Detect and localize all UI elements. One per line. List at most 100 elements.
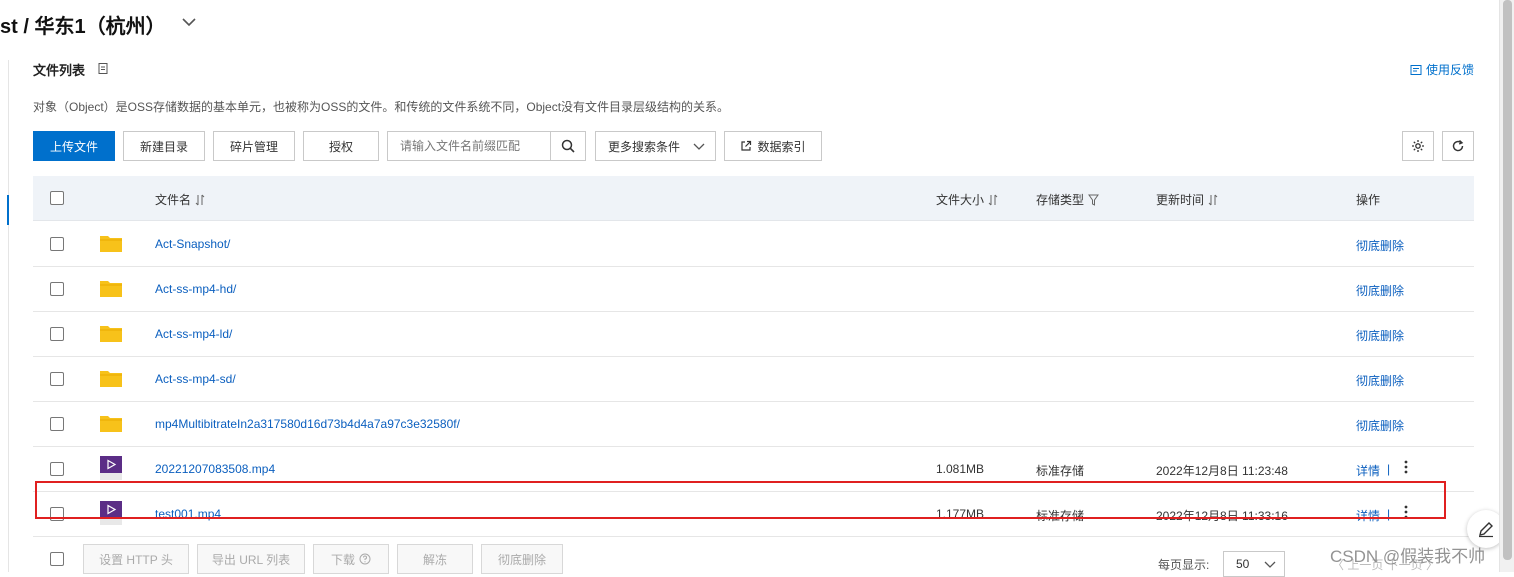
search-button[interactable] <box>550 132 585 160</box>
file-name-link[interactable]: test001.mp4 <box>155 507 221 521</box>
column-updated-label: 更新时间 <box>1156 193 1205 207</box>
left-divider <box>8 60 9 572</box>
search-input[interactable] <box>388 132 550 160</box>
clipboard-icon[interactable] <box>97 62 109 74</box>
file-name-link[interactable]: Act-ss-mp4-hd/ <box>155 282 236 296</box>
row-checkbox[interactable] <box>50 282 64 296</box>
updated-time: 2022年12月8日 11:23:48 <box>1156 464 1288 478</box>
bucket-title: st / 华东1（杭州） <box>0 16 166 38</box>
page-size-value: 50 <box>1236 557 1250 571</box>
table-row: Act-ss-mp4-hd/ 彻底删除 <box>33 266 1474 312</box>
column-size-header[interactable]: 文件大小 <box>936 191 998 208</box>
authorize-button[interactable]: 授权 <box>303 131 379 161</box>
page-size-label: 每页显示: <box>1158 558 1210 572</box>
description-text: 对象（Object）是OSS存储数据的基本单元，也被称为OSS的文件。和传统的文… <box>33 100 730 114</box>
table-row: Act-ss-mp4-ld/ 彻底删除 <box>33 311 1474 357</box>
select-all-checkbox[interactable] <box>50 191 64 205</box>
row-checkbox[interactable] <box>50 417 64 431</box>
delete-permanently-link[interactable]: 彻底删除 <box>1356 417 1404 434</box>
folder-icon <box>100 236 122 252</box>
download-label: 下载 <box>330 552 355 567</box>
delete-permanently-button[interactable]: 彻底删除 <box>481 544 563 574</box>
feedback-link[interactable]: 使用反馈 <box>1410 61 1474 78</box>
upload-file-button[interactable]: 上传文件 <box>33 131 115 161</box>
details-link[interactable]: 详情 <box>1356 462 1380 479</box>
gear-icon <box>1412 140 1424 152</box>
file-name-link[interactable]: mp4MultibitrateIn2a317580d16d73b4d4a7a97… <box>155 417 460 431</box>
row-checkbox[interactable] <box>50 507 64 521</box>
table-row: Act-Snapshot/ 彻底删除 <box>33 221 1474 267</box>
sort-icon <box>195 194 205 205</box>
delete-permanently-link[interactable]: 彻底删除 <box>1356 237 1404 254</box>
feedback-label: 使用反馈 <box>1425 63 1474 77</box>
feedback-icon <box>1410 64 1422 75</box>
watermark: CSDN @假装我不帅 <box>1330 547 1486 566</box>
download-button[interactable]: 下载 <box>313 544 389 574</box>
section-title: 文件列表 <box>33 63 86 78</box>
delete-permanently-link[interactable]: 彻底删除 <box>1356 282 1404 299</box>
set-http-header-button[interactable]: 设置 HTTP 头 <box>83 544 189 574</box>
delete-permanently-link[interactable]: 彻底删除 <box>1356 372 1404 389</box>
file-size: 1.081MB <box>936 462 985 476</box>
table-row: Act-ss-mp4-sd/ 彻底删除 <box>33 356 1474 402</box>
chevron-down-icon <box>693 143 705 150</box>
nav-active-marker <box>7 195 9 225</box>
unfreeze-button[interactable]: 解冻 <box>397 544 473 574</box>
file-name-link[interactable]: Act-ss-mp4-ld/ <box>155 327 232 341</box>
bottom-select-all-checkbox[interactable] <box>50 552 64 566</box>
column-storage-label: 存储类型 <box>1036 193 1085 207</box>
scrollbar-thumb[interactable] <box>1503 0 1512 560</box>
sort-icon <box>988 194 998 205</box>
more-search-label: 更多搜索条件 <box>608 139 681 154</box>
table-row: 20221207083508.mp4 1.081MB 标准存储 2022年12月… <box>33 446 1474 492</box>
refresh-button[interactable] <box>1442 131 1474 161</box>
delete-permanently-link[interactable]: 彻底删除 <box>1356 327 1404 344</box>
chevron-down-icon[interactable] <box>180 13 198 31</box>
data-index-button[interactable]: 数据索引 <box>724 131 822 161</box>
action-separator: | <box>1387 507 1391 521</box>
column-actions-header: 操作 <box>1356 193 1381 207</box>
row-checkbox[interactable] <box>50 372 64 386</box>
column-name-label: 文件名 <box>155 193 192 207</box>
file-name-link[interactable]: 20221207083508.mp4 <box>155 462 275 476</box>
data-index-label: 数据索引 <box>757 139 806 154</box>
refresh-icon <box>1452 139 1464 152</box>
search-box <box>387 131 586 161</box>
folder-icon <box>100 416 122 432</box>
updated-time: 2022年12月8日 11:33:16 <box>1156 509 1288 523</box>
chevron-down-icon <box>1264 561 1276 568</box>
table-row: test001.mp4 1.177MB 标准存储 2022年12月8日 11:3… <box>33 491 1474 537</box>
fragment-management-button[interactable]: 碎片管理 <box>213 131 295 161</box>
more-options-icon[interactable] <box>1403 459 1409 475</box>
page-size-select[interactable]: 50 <box>1223 551 1285 577</box>
row-checkbox[interactable] <box>50 237 64 251</box>
folder-icon <box>100 281 122 297</box>
video-file-icon <box>100 501 122 525</box>
more-options-icon[interactable] <box>1403 504 1409 520</box>
column-name-header[interactable]: 文件名 <box>155 191 205 208</box>
file-name-link[interactable]: Act-Snapshot/ <box>155 237 230 251</box>
storage-class: 标准存储 <box>1036 509 1085 523</box>
row-checkbox[interactable] <box>50 327 64 341</box>
file-name-link[interactable]: Act-ss-mp4-sd/ <box>155 372 236 386</box>
external-link-icon <box>741 140 752 151</box>
search-icon <box>561 139 575 153</box>
new-directory-button[interactable]: 新建目录 <box>123 131 205 161</box>
video-file-icon <box>100 456 122 480</box>
filter-icon <box>1088 194 1099 206</box>
help-icon <box>359 553 371 565</box>
column-size-label: 文件大小 <box>936 193 985 207</box>
folder-icon <box>100 326 122 342</box>
settings-button[interactable] <box>1402 131 1434 161</box>
storage-class: 标准存储 <box>1036 464 1085 478</box>
more-search-conditions-select[interactable]: 更多搜索条件 <box>595 131 716 161</box>
row-checkbox[interactable] <box>50 462 64 476</box>
export-url-list-button[interactable]: 导出 URL 列表 <box>197 544 305 574</box>
column-updated-header[interactable]: 更新时间 <box>1156 191 1218 208</box>
action-separator: | <box>1387 462 1391 476</box>
folder-icon <box>100 371 122 387</box>
column-storage-header[interactable]: 存储类型 <box>1036 191 1099 208</box>
table-row: mp4MultibitrateIn2a317580d16d73b4d4a7a97… <box>33 401 1474 447</box>
file-size: 1.177MB <box>936 507 985 521</box>
details-link[interactable]: 详情 <box>1356 507 1380 524</box>
